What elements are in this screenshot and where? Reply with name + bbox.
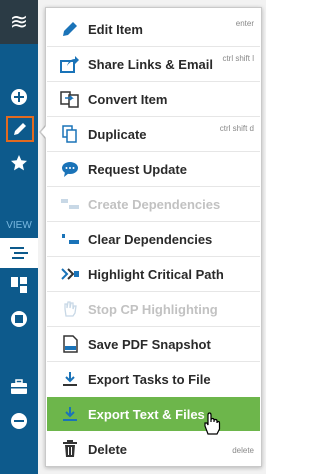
star-icon[interactable]	[0, 148, 38, 178]
menu-item-label: Clear Dependencies	[88, 231, 213, 247]
menu-item-stop-cp-highlighting[interactable]: Stop CP Highlighting	[47, 292, 260, 326]
menu-item-shortcut: enter	[235, 19, 254, 28]
view-label: VIEW	[6, 220, 32, 231]
chat-bubble-icon	[60, 159, 80, 179]
menu-item-request-update[interactable]: Request Update	[47, 152, 260, 186]
menu-item-shortcut: delete	[232, 446, 254, 455]
menu-item-label: Export Text & Files	[88, 406, 205, 422]
create-dependencies-icon	[60, 194, 80, 214]
menu-item-save-pdf-snapshot[interactable]: Save PDF Snapshot	[47, 327, 260, 361]
menu-item-label: Create Dependencies	[88, 196, 221, 212]
list-view-icon[interactable]	[0, 238, 38, 268]
hand-cursor-icon	[202, 412, 222, 436]
menu-item-label: Edit Item	[88, 21, 143, 37]
menu-item-highlight-critical-path[interactable]: Highlight Critical Path	[47, 257, 260, 291]
export-download-icon	[60, 404, 80, 424]
edit-pencil-icon[interactable]	[6, 116, 34, 142]
menu-item-shortcut: ctrl shift l	[222, 54, 254, 63]
app-menu-icon[interactable]: ≋	[0, 0, 38, 44]
menu-item-clear-dependencies[interactable]: Clear Dependencies	[47, 222, 260, 256]
menu-item-delete[interactable]: Delete delete	[47, 432, 260, 466]
duplicate-icon	[60, 124, 80, 144]
menu-item-label: Delete	[88, 441, 128, 457]
menu-item-edit-item[interactable]: Edit Item enter	[47, 12, 260, 46]
menu-item-export-text-files[interactable]: Export Text & Files	[47, 397, 260, 431]
context-menu: Edit Item enter Share Links & Email ctrl…	[45, 7, 262, 467]
pdf-icon	[60, 334, 80, 354]
menu-item-label: Share Links & Email	[88, 56, 213, 72]
menu-item-label: Request Update	[88, 161, 187, 177]
menu-item-export-tasks-to-file[interactable]: Export Tasks to File	[47, 362, 260, 396]
menu-item-share-links-email[interactable]: Share Links & Email ctrl shift l	[47, 47, 260, 81]
calendar-view-icon[interactable]	[0, 304, 38, 334]
board-view-icon[interactable]	[0, 270, 38, 300]
critical-path-icon	[60, 264, 80, 284]
left-rail: ≋ VIEW	[0, 0, 38, 474]
export-download-icon	[60, 369, 80, 389]
convert-icon	[60, 89, 80, 109]
menu-item-duplicate[interactable]: Duplicate ctrl shift d	[47, 117, 260, 151]
menu-item-convert-item[interactable]: Convert Item	[47, 82, 260, 116]
menu-item-label: Stop CP Highlighting	[88, 301, 218, 317]
menu-item-create-dependencies[interactable]: Create Dependencies	[47, 187, 260, 221]
share-arrow-icon	[60, 54, 80, 74]
minus-circle-icon[interactable]	[0, 406, 38, 436]
menu-item-label: Convert Item	[88, 91, 168, 107]
menu-item-label: Save PDF Snapshot	[88, 336, 211, 352]
trash-icon	[60, 439, 80, 459]
menu-item-shortcut: ctrl shift d	[219, 124, 254, 133]
clear-dependencies-icon	[60, 229, 80, 249]
stop-hand-icon	[60, 299, 80, 319]
menu-item-label: Highlight Critical Path	[88, 266, 224, 282]
menu-item-label: Export Tasks to File	[88, 371, 211, 387]
pencil-icon	[60, 19, 80, 39]
add-icon[interactable]	[0, 82, 38, 112]
menu-item-label: Duplicate	[88, 126, 147, 142]
menu-pointer-inner	[41, 125, 47, 139]
briefcase-icon[interactable]	[0, 372, 38, 402]
